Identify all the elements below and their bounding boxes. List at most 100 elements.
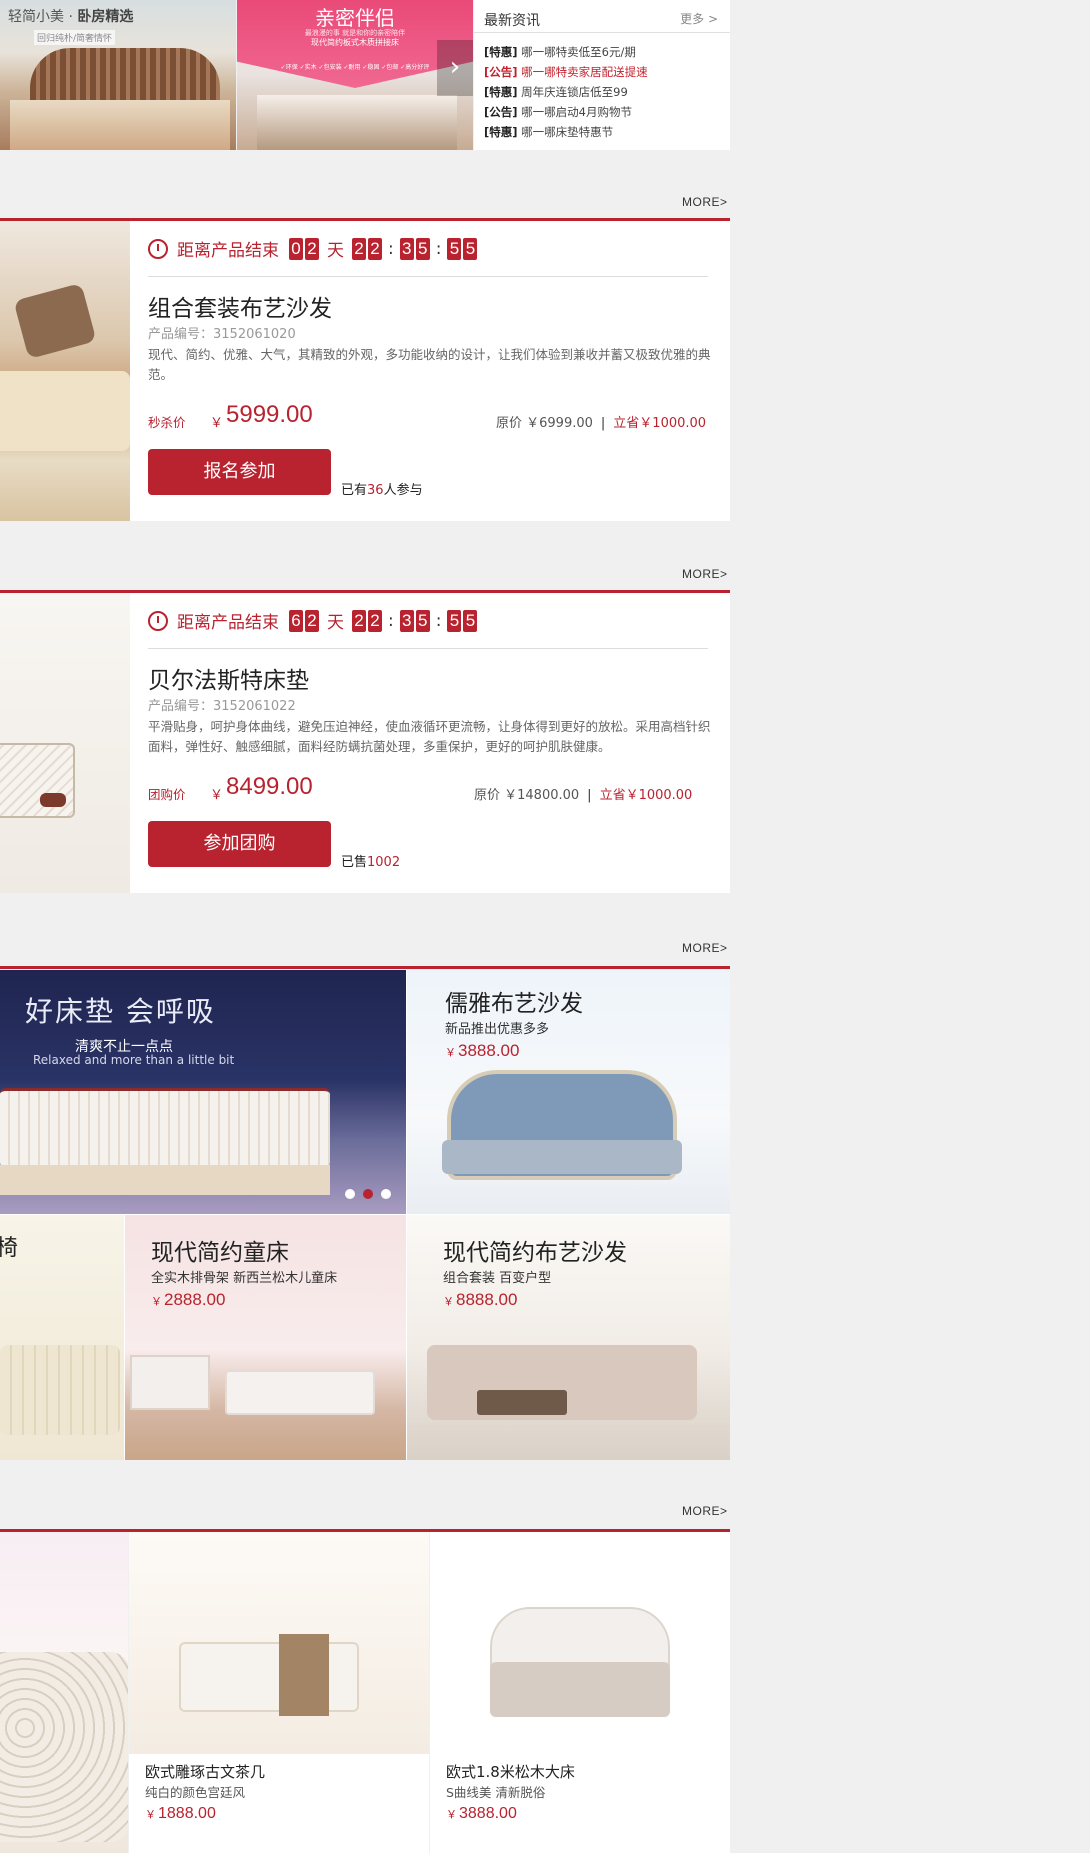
product-subtitle: S曲线美 清新脱俗 <box>446 1785 546 1800</box>
promo-grid: 好床垫 会呼吸 清爽不止一点点 Relaxed and more than a … <box>0 970 730 1460</box>
product-name: 欧式雕琢古文茶几 <box>145 1763 266 1781</box>
divider <box>474 32 730 33</box>
promo-sofa-classic[interactable]: 儒雅布艺沙发 新品推出优惠多多 ￥ 3888.00 <box>407 970 730 1214</box>
countdown: 距离产品结束 02 天 22 : 35 : 55 <box>148 236 479 261</box>
price-compare: 原价 ￥14800.00 | 立省￥1000.00 <box>474 784 692 803</box>
divider <box>148 276 708 277</box>
countdown-digit: 6 <box>289 609 303 632</box>
carousel-dot[interactable] <box>381 1189 391 1199</box>
carousel-dot-active[interactable] <box>363 1189 373 1199</box>
price-compare: 原价 ￥6999.00 | 立省￥1000.00 <box>496 412 706 431</box>
product-subtitle: 纯白的颜色宫廷风 <box>145 1785 246 1800</box>
countdown-sep: : <box>435 238 442 259</box>
price-type-label: 秒杀价 <box>148 415 186 430</box>
news-item[interactable]: [特惠] 哪一哪床垫特惠节 <box>484 122 648 142</box>
banner-bedroom[interactable]: 轻简小美 · 卧房精选 回归纯朴/简奢情怀 <box>0 0 236 150</box>
news-item[interactable]: [特惠] 周年庆连锁店低至99 <box>484 82 648 102</box>
mattress-tag-shape <box>40 793 66 807</box>
promo-subtitle: 新品推出优惠多多 <box>445 1022 550 1037</box>
product-name[interactable]: 贝尔法斯特床垫 <box>148 661 309 695</box>
price-type-label: 团购价 <box>148 787 186 802</box>
countdown-sep: : <box>435 610 442 631</box>
promo-sofa-modern[interactable]: 现代简约布艺沙发 组合套装 百变户型 ￥ 8888.00 <box>407 1215 730 1460</box>
countdown-sep: : <box>388 610 394 631</box>
countdown-digit: 5 <box>447 609 462 632</box>
news-panel: 最新资讯 更多 > [特惠] 哪一哪特卖低至6元/期 [公告] 哪一哪特卖家居配… <box>474 0 730 150</box>
table-runner-image <box>279 1634 329 1716</box>
mattress-image <box>0 1088 330 1168</box>
sale-price: 8499.00 <box>226 773 313 800</box>
countdown-digit: 2 <box>368 609 382 632</box>
product-tile[interactable] <box>0 1532 128 1853</box>
divider <box>148 648 708 649</box>
countdown-sep: : <box>388 238 394 259</box>
countdown-label: 距离产品结束 <box>177 613 279 633</box>
separator: | <box>587 788 592 803</box>
quilt-image <box>490 1662 670 1717</box>
news-more-link[interactable]: 更多 > <box>680 10 718 27</box>
product-tile[interactable]: 欧式1.8米松木大床 S曲线美 清新脱俗 ￥ 3888.00 <box>430 1532 730 1853</box>
promo-title: 现代简约童床 <box>151 1240 289 1266</box>
countdown-digit: 5 <box>463 237 478 260</box>
promo-title: 现代简约布艺沙发 <box>443 1240 627 1266</box>
product-price: ￥ 3888.00 <box>446 1805 517 1822</box>
product-grid: 欧式雕琢古文茶几 纯白的颜色宫廷风 ￥ 1888.00 欧式1.8米松木大床 S曲… <box>0 1532 730 1853</box>
countdown-digit: 5 <box>447 237 462 260</box>
seat-shape <box>0 371 130 451</box>
news-item[interactable]: [特惠] 哪一哪特卖低至6元/期 <box>484 42 648 62</box>
product-description: 现代、简约、优雅、大气，其精致的外观，多功能收纳的设计，让我们体验到兼收并蓄又极… <box>148 347 711 382</box>
promo-price: ￥ 2888.00 <box>151 1290 226 1309</box>
countdown-unit: 天 <box>327 241 344 261</box>
section-more-link[interactable]: MORE> <box>682 195 728 209</box>
countdown-digit: 2 <box>305 609 319 632</box>
carousel-dots <box>345 1189 391 1199</box>
news-item[interactable]: [公告] 哪一哪特卖家居配送提速 <box>484 62 648 82</box>
promo-title: 儒雅布艺沙发 <box>445 991 583 1017</box>
promo-kids-bed[interactable]: 现代简约童床 全实木排骨架 新西兰松木儿童床 ￥ 2888.00 <box>125 1215 406 1460</box>
product-tile[interactable]: 欧式雕琢古文茶几 纯白的颜色宫廷风 ￥ 1888.00 <box>129 1532 429 1853</box>
original-price: 原价 ￥6999.00 <box>496 416 593 431</box>
bed-image <box>10 100 230 150</box>
section-divider <box>0 966 730 969</box>
group-buy-button[interactable]: 参加团购 <box>148 821 331 867</box>
countdown-digit: 0 <box>289 237 303 260</box>
promo-title: 好床垫 会呼吸 <box>25 995 216 1028</box>
countdown-unit: 天 <box>327 613 344 633</box>
bed-base-image <box>0 1165 330 1195</box>
product-code: 产品编号：3152061020 <box>148 327 296 342</box>
chevron-right-icon[interactable]: › <box>437 40 473 96</box>
countdown-digit: 2 <box>352 237 366 260</box>
group-buy-card: 距离产品结束 62 天 22 : 35 : 55 贝尔法斯特床垫 产品编号：31… <box>0 593 730 893</box>
promo-subtitle-en: Relaxed and more than a little bit <box>33 1053 235 1067</box>
coffee-table-image <box>477 1390 567 1415</box>
desk-image <box>130 1355 210 1410</box>
product-name[interactable]: 组合套装布艺沙发 <box>148 289 332 323</box>
countdown-label: 距离产品结束 <box>177 241 279 261</box>
countdown-digit: 3 <box>399 609 414 632</box>
section-more-link[interactable]: MORE> <box>682 1504 728 1518</box>
section-more-link[interactable]: MORE> <box>682 567 728 581</box>
product-image[interactable] <box>0 221 130 521</box>
countdown-digit: 5 <box>463 609 478 632</box>
section-more-link[interactable]: MORE> <box>682 941 728 955</box>
promo-dining[interactable]: 椅 <box>0 1215 124 1460</box>
news-item[interactable]: [公告] 哪一哪启动4月购物节 <box>484 102 648 122</box>
separator: | <box>600 416 606 431</box>
tea-table-image <box>179 1642 359 1712</box>
promo-mattress-carousel[interactable]: 好床垫 会呼吸 清爽不止一点点 Relaxed and more than a … <box>0 970 406 1214</box>
countdown: 距离产品结束 62 天 22 : 35 : 55 <box>148 608 479 633</box>
product-image[interactable] <box>0 593 130 893</box>
savings: 立省￥1000.00 <box>599 788 693 803</box>
mattress-shape <box>0 743 75 818</box>
flash-sale-card: 距离产品结束 02 天 22 : 35 : 55 组合套装布艺沙发 产品编号：3… <box>0 221 730 521</box>
promo-price: ￥ 8888.00 <box>443 1290 518 1309</box>
countdown-digit: 2 <box>368 237 382 260</box>
promo-price: ￥ 3888.00 <box>445 1041 520 1060</box>
product-description: 平滑贴身，呵护身体曲线，避免压迫神经，使血液循环更流畅，让身体得到更好的放松。采… <box>148 719 711 754</box>
banner-bed-promo[interactable]: 亲密伴侣 最浪漫的事 就是和你的亲密陪伴 现代简约板式木质拼接床 ✓环保 ✓实木… <box>237 0 473 150</box>
join-button[interactable]: 报名参加 <box>148 449 331 495</box>
banner-subtitle: 回归纯朴/简奢情怀 <box>34 30 116 45</box>
alarm-clock-icon <box>148 238 168 259</box>
carousel-dot[interactable] <box>345 1189 355 1199</box>
currency-symbol: ￥ <box>210 788 224 803</box>
